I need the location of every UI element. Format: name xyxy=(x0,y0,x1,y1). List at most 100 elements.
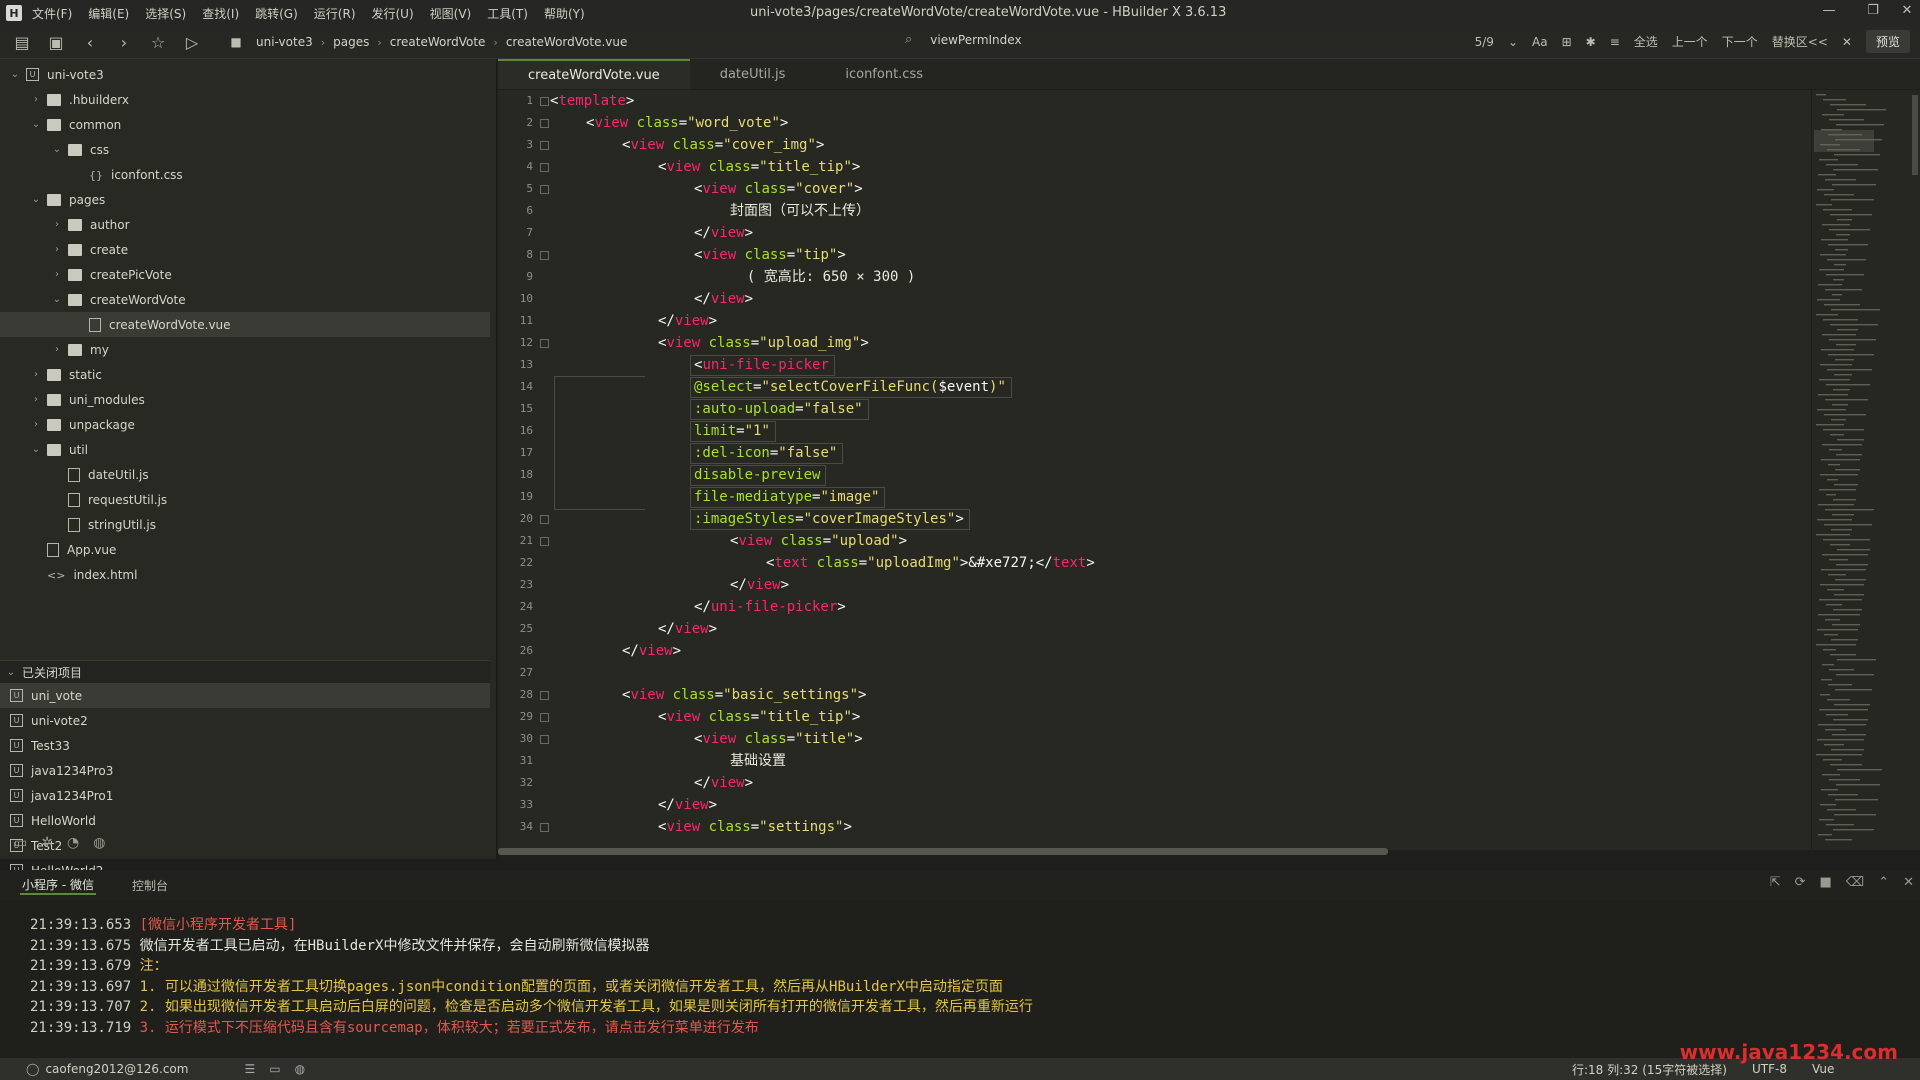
chevron-down-icon[interactable]: ⌄ xyxy=(1508,35,1518,49)
close-panel-icon[interactable]: ✕ xyxy=(1903,875,1914,890)
chevron-up-icon[interactable]: ⌃ xyxy=(1878,875,1889,890)
fold-toggle-icon[interactable] xyxy=(540,537,549,546)
code-line[interactable]: 6 封面图（可以不上传） xyxy=(498,200,1811,222)
encoding[interactable]: UTF-8 xyxy=(1752,1062,1787,1076)
chevron-down-icon[interactable]: ⌄ xyxy=(29,444,43,455)
code-line[interactable]: 24 </uni-file-picker> xyxy=(498,596,1811,618)
code-line[interactable]: 21 <view class="upload"> xyxy=(498,530,1811,552)
chevron-right-icon[interactable]: › xyxy=(50,269,64,280)
vertical-scrollbar[interactable] xyxy=(1912,95,1918,175)
sync-icon[interactable]: ◔ xyxy=(67,835,79,851)
menu-item[interactable]: 视图(V) xyxy=(430,5,472,22)
new-file-icon[interactable]: ▤ xyxy=(10,30,34,54)
select-all-button[interactable]: 全选 xyxy=(1634,33,1658,50)
bug-icon[interactable]: ✲ xyxy=(41,835,53,851)
code-line[interactable]: 32 </view> xyxy=(498,772,1811,794)
tree-item[interactable]: › createPicVote xyxy=(0,262,490,287)
menu-item[interactable]: 发行(U) xyxy=(372,5,414,22)
run-icon[interactable]: ▷ xyxy=(180,30,204,54)
fold-toggle-icon[interactable] xyxy=(540,823,549,832)
fold-toggle-icon[interactable] xyxy=(540,119,549,128)
menu-item[interactable]: 文件(F) xyxy=(32,5,72,22)
breadcrumb-item[interactable]: createWordVote.vue xyxy=(506,35,628,49)
menu-item[interactable]: 选择(S) xyxy=(145,5,186,22)
code-line[interactable]: 34 <view class="settings"> xyxy=(498,816,1811,838)
code-line[interactable]: 30 <view class="title"> xyxy=(498,728,1811,750)
tree-item[interactable]: › create xyxy=(0,237,490,262)
fold-toggle-icon[interactable] xyxy=(540,713,549,722)
code-line[interactable]: 28 <view class="basic_settings"> xyxy=(498,684,1811,706)
fold-toggle-icon[interactable] xyxy=(540,735,549,744)
closed-project-item[interactable]: Ujava1234Pro1 xyxy=(0,783,490,808)
close-find-icon[interactable]: ✕ xyxy=(1842,35,1852,49)
next-match-button[interactable]: 下一个 xyxy=(1722,33,1758,50)
restore-icon[interactable]: ❐ xyxy=(1862,3,1884,23)
closed-project-item[interactable]: U Test33 xyxy=(0,733,490,758)
chevron-right-icon[interactable]: › xyxy=(29,94,43,105)
chevron-right-icon[interactable]: › xyxy=(50,344,64,355)
code-line[interactable]: 9 ( 宽高比: 650 × 300 ) xyxy=(498,266,1811,288)
chevron-right-icon[interactable]: › xyxy=(29,369,43,380)
code-line[interactable]: 27 xyxy=(498,662,1811,684)
menu-item[interactable]: 查找(I) xyxy=(202,5,239,22)
code-line[interactable]: 23 </view> xyxy=(498,574,1811,596)
tree-item[interactable]: ⌄ util xyxy=(0,437,490,462)
code-line[interactable]: 10 </view> xyxy=(498,288,1811,310)
symbol-search[interactable]: ⌕ viewPermIndex xyxy=(905,32,1022,47)
tree-item[interactable]: › static xyxy=(0,362,490,387)
minimap[interactable] xyxy=(1812,90,1920,850)
breadcrumb-item[interactable]: createWordVote xyxy=(390,35,486,49)
plugin-icon[interactable]: ◍ xyxy=(93,835,105,851)
tree-item[interactable]: stringUtil.js xyxy=(0,512,490,537)
save-icon[interactable]: ▣ xyxy=(44,30,68,54)
pin-icon[interactable]: ✱ xyxy=(1586,35,1596,49)
code-line[interactable]: 11 </view> xyxy=(498,310,1811,332)
fold-toggle-icon[interactable] xyxy=(540,185,549,194)
tree-item[interactable]: dateUtil.js xyxy=(0,462,490,487)
terminal-icon[interactable]: ▭ xyxy=(269,1062,280,1076)
stop-icon[interactable]: ■ xyxy=(1820,875,1832,890)
tree-item[interactable]: › uni_modules xyxy=(0,387,490,412)
fold-toggle-icon[interactable] xyxy=(540,515,549,524)
fold-toggle-icon[interactable] xyxy=(540,141,549,150)
minimize-icon[interactable]: — xyxy=(1818,3,1840,23)
previous-match-button[interactable]: 上一个 xyxy=(1672,33,1708,50)
horizontal-scrollbar[interactable] xyxy=(498,848,1388,855)
clear-icon[interactable]: ⌫ xyxy=(1846,875,1864,890)
user-account[interactable]: caofeng2012@126.com xyxy=(45,1062,188,1076)
replace-toggle-button[interactable]: 替换区<< xyxy=(1772,33,1828,50)
star-icon[interactable]: ☆ xyxy=(146,30,170,54)
open-external-icon[interactable]: ⇱ xyxy=(1770,875,1781,890)
editor-tab[interactable]: createWordVote.vue xyxy=(498,59,690,89)
breadcrumb-item[interactable]: uni-vote3 xyxy=(256,35,313,49)
tab-miniprogram-wechat[interactable]: 小程序 - 微信 xyxy=(20,876,96,895)
tree-item[interactable]: App.vue xyxy=(0,537,490,562)
fold-toggle-icon[interactable] xyxy=(540,251,549,260)
chevron-down-icon[interactable]: ⌄ xyxy=(29,119,43,130)
tree-item[interactable]: › my xyxy=(0,337,490,362)
fold-toggle-icon[interactable] xyxy=(540,97,549,106)
code-line[interactable]: 22 <text class="uploadImg">&#xe727;</text… xyxy=(498,552,1811,574)
editor-tab[interactable]: iconfont.css xyxy=(815,59,953,89)
editor-tab[interactable]: dateUtil.js xyxy=(690,59,816,89)
code-editor[interactable]: 1 <template> 2 <view class="word_vote"> 3 <vi… xyxy=(498,90,1811,850)
menu-item[interactable]: 跳转(G) xyxy=(255,5,298,22)
tree-item[interactable]: ⌄ createWordVote xyxy=(0,287,490,312)
tree-item[interactable]: requestUtil.js xyxy=(0,487,490,512)
closed-project-item[interactable]: Uuni-vote2 xyxy=(0,708,490,733)
fold-toggle-icon[interactable] xyxy=(540,691,549,700)
fold-toggle-icon[interactable] xyxy=(540,163,549,172)
closed-project-item[interactable]: Ujava1234Pro3 xyxy=(0,758,490,783)
back-icon[interactable]: ‹ xyxy=(78,30,102,54)
code-line[interactable]: 12 <view class="upload_img"> xyxy=(498,332,1811,354)
regex-icon[interactable]: ⊞ xyxy=(1562,35,1572,49)
code-line[interactable]: 8 <view class="tip"> xyxy=(498,244,1811,266)
plugin-icon[interactable]: ◍ xyxy=(295,1062,305,1076)
menu-item[interactable]: 编辑(E) xyxy=(88,5,129,22)
code-line[interactable]: 7 </view> xyxy=(498,222,1811,244)
fold-toggle-icon[interactable] xyxy=(540,339,549,348)
menu-item[interactable]: 帮助(Y) xyxy=(544,5,585,22)
list-icon[interactable]: ☰ xyxy=(244,1062,255,1076)
tree-item[interactable]: {} iconfont.css xyxy=(0,162,490,187)
tree-item[interactable]: ⌄ common xyxy=(0,112,490,137)
